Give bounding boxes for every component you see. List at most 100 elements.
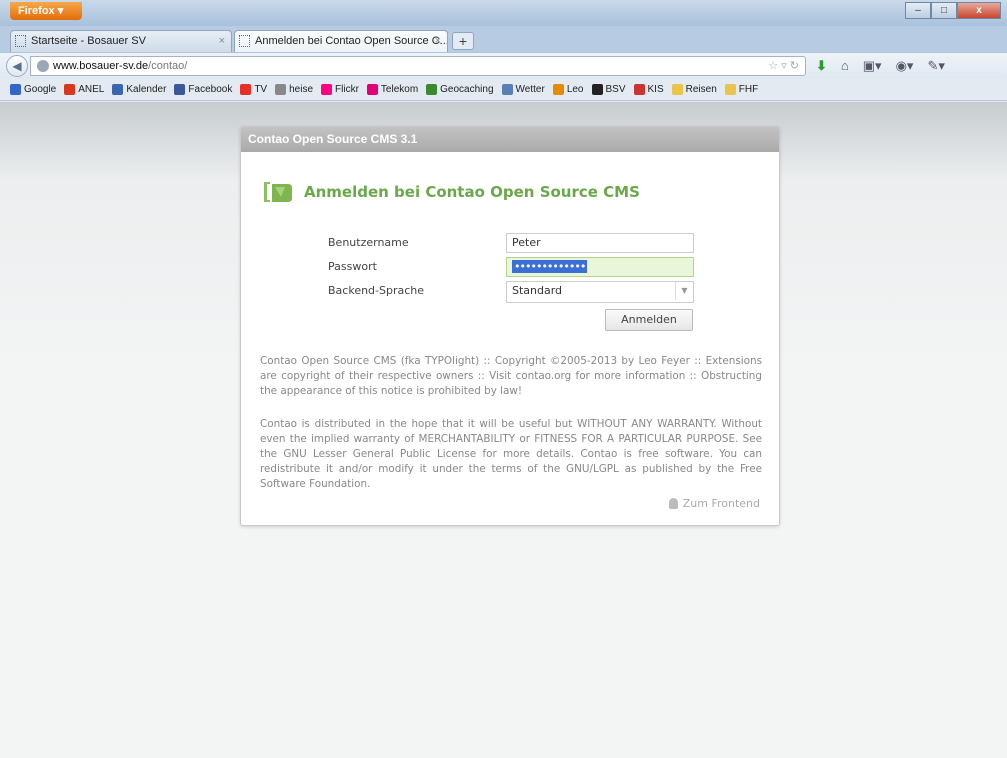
url-bar[interactable]: www.bosauer-sv.de/contao/ ☆ ▿ ↻ bbox=[30, 56, 806, 76]
addon-icon[interactable]: ◉▾ bbox=[896, 58, 914, 74]
bookmark-item[interactable]: Kalender bbox=[112, 84, 166, 95]
arrow-left-icon: ◀ bbox=[12, 59, 22, 73]
bookmark-label: FHF bbox=[738, 84, 759, 95]
close-window-button[interactable]: x bbox=[957, 2, 1001, 19]
bookmark-icon bbox=[552, 84, 564, 95]
bookmark-label: Google bbox=[24, 84, 57, 95]
bookmark-label: Wetter bbox=[515, 84, 545, 95]
bookmark-label: Telekom bbox=[380, 84, 419, 95]
bookmarks-menu-icon[interactable]: ▣▾ bbox=[863, 58, 882, 74]
bookmark-item[interactable]: KIS bbox=[633, 84, 664, 95]
bookmark-item[interactable]: BSV bbox=[591, 84, 626, 95]
bookmark-label: TV bbox=[254, 84, 268, 95]
minimize-button[interactable]: – bbox=[905, 2, 931, 19]
bookmark-icon bbox=[426, 84, 438, 95]
globe-icon bbox=[37, 60, 49, 72]
star-icon[interactable]: ☆ bbox=[768, 60, 778, 72]
url-tools: ☆ ▿ ↻ bbox=[768, 57, 799, 75]
bookmark-label: BSV bbox=[605, 84, 626, 95]
password-field[interactable]: ••••••••••••• bbox=[506, 257, 694, 277]
bookmark-icon bbox=[275, 84, 287, 95]
bookmark-icon bbox=[671, 84, 683, 95]
frontend-icon bbox=[668, 498, 678, 509]
bookmark-item[interactable]: heise bbox=[275, 84, 313, 95]
bookmark-label: ANEL bbox=[78, 84, 105, 95]
tab-strip: Startseite - Bosauer SV × Anmelden bei C… bbox=[0, 26, 1007, 52]
bookmark-icon bbox=[174, 84, 186, 95]
back-button[interactable]: ◀ bbox=[6, 55, 28, 77]
bookmark-icon bbox=[321, 84, 333, 95]
url-domain: www.bosauer-sv.de bbox=[53, 60, 149, 72]
bookmark-label: heise bbox=[289, 84, 314, 95]
login-box: Contao Open Source CMS 3.1 Anmelden bei … bbox=[240, 126, 780, 526]
tab-close-icon[interactable]: × bbox=[219, 31, 225, 51]
bookmark-item[interactable]: Google bbox=[10, 84, 56, 95]
tab-contao-login[interactable]: Anmelden bei Contao Open Source C... × bbox=[234, 30, 448, 52]
language-value: Standard bbox=[512, 284, 563, 297]
password-row: Passwort ••••••••••••• bbox=[328, 257, 698, 277]
bookmark-icon bbox=[633, 84, 645, 95]
login-headline: Anmelden bei Contao Open Source CMS bbox=[261, 179, 640, 205]
language-label: Backend-Sprache bbox=[328, 284, 425, 297]
maximize-button[interactable]: □ bbox=[931, 2, 957, 19]
url-path: /contao/ bbox=[148, 60, 188, 72]
bookmark-label: KIS bbox=[647, 84, 664, 95]
new-tab-button[interactable]: + bbox=[452, 32, 474, 50]
download-icon[interactable]: ⬇ bbox=[816, 58, 827, 74]
tab-startseite[interactable]: Startseite - Bosauer SV × bbox=[10, 30, 232, 52]
home-icon[interactable]: ⌂ bbox=[841, 58, 849, 74]
language-select[interactable]: Standard ▼ bbox=[506, 281, 694, 303]
bookmark-icon bbox=[112, 84, 124, 95]
login-button[interactable]: Anmelden bbox=[605, 309, 693, 331]
navigation-toolbar: ◀ www.bosauer-sv.de/contao/ ☆ ▿ ↻ ⬇ ⌂ ▣▾… bbox=[0, 52, 1007, 79]
bookmark-label: Geocaching bbox=[440, 84, 494, 95]
window-titlebar: Firefox ▾ – □ x bbox=[0, 0, 1007, 26]
frontend-link[interactable]: Zum Frontend bbox=[668, 497, 760, 510]
frontend-link-label: Zum Frontend bbox=[682, 497, 760, 510]
bookmarks-toolbar: Google ANEL Kalender Facebook TV heise Flickr T… bbox=[0, 79, 1007, 101]
bookmark-icon bbox=[64, 84, 76, 95]
toolbar-icons: ⬇ ⌂ ▣▾ ◉▾ ✎▾ bbox=[816, 58, 945, 74]
username-row: Benutzername Peter bbox=[328, 233, 698, 253]
page-icon bbox=[15, 35, 26, 47]
username-label: Benutzername bbox=[328, 236, 409, 249]
bookmark-item[interactable]: Telekom bbox=[366, 84, 419, 95]
bookmark-label: Facebook bbox=[188, 84, 233, 95]
bookmark-icon bbox=[240, 84, 252, 95]
bookmark-item[interactable]: Reisen bbox=[671, 84, 717, 95]
bookmark-label: Leo bbox=[566, 84, 584, 95]
tab-label: Anmelden bei Contao Open Source C... bbox=[255, 35, 448, 47]
bookmark-icon bbox=[366, 84, 378, 95]
bookmark-item[interactable]: FHF bbox=[724, 84, 759, 95]
bookmark-item[interactable]: Flickr bbox=[321, 84, 359, 95]
bookmark-icon bbox=[501, 84, 513, 95]
bookmark-item[interactable]: Leo bbox=[552, 84, 584, 95]
bookmark-label: Reisen bbox=[685, 84, 717, 95]
bookmark-item[interactable]: ANEL bbox=[64, 84, 104, 95]
language-row: Backend-Sprache Standard ▼ bbox=[328, 281, 698, 303]
bookmark-item[interactable]: Geocaching bbox=[426, 84, 494, 95]
tab-close-icon[interactable]: × bbox=[435, 31, 441, 51]
page-content: Contao Open Source CMS 3.1 Anmelden bei … bbox=[0, 102, 1007, 758]
bookmark-icon bbox=[591, 84, 603, 95]
copyright-notice: Contao Open Source CMS (fka TYPOlight) :… bbox=[260, 355, 762, 397]
bookmark-item[interactable]: Facebook bbox=[174, 84, 232, 95]
username-field[interactable]: Peter bbox=[506, 233, 694, 253]
firefox-menu-button[interactable]: Firefox ▾ bbox=[10, 2, 82, 20]
dropdown-icon[interactable]: ▿ bbox=[781, 60, 787, 72]
tab-label: Startseite - Bosauer SV bbox=[31, 35, 146, 47]
bookmark-item[interactable]: Wetter bbox=[501, 84, 545, 95]
headline-text: Anmelden bei Contao Open Source CMS bbox=[304, 183, 640, 201]
window-controls: – □ x bbox=[905, 2, 1001, 19]
bookmark-label: Flickr bbox=[335, 84, 359, 95]
puzzle-icon[interactable]: ✎▾ bbox=[927, 58, 944, 74]
license-notice: Contao is distributed in the hope that i… bbox=[260, 418, 762, 490]
page-icon bbox=[239, 35, 250, 47]
password-value: ••••••••••••• bbox=[512, 260, 588, 273]
bookmark-icon bbox=[10, 84, 21, 95]
reload-icon[interactable]: ↻ bbox=[790, 60, 799, 72]
login-box-header: Contao Open Source CMS 3.1 bbox=[241, 127, 779, 152]
bookmark-item[interactable]: TV bbox=[240, 84, 267, 95]
bookmark-icon bbox=[724, 84, 736, 95]
chevron-down-icon: ▼ bbox=[675, 282, 693, 300]
